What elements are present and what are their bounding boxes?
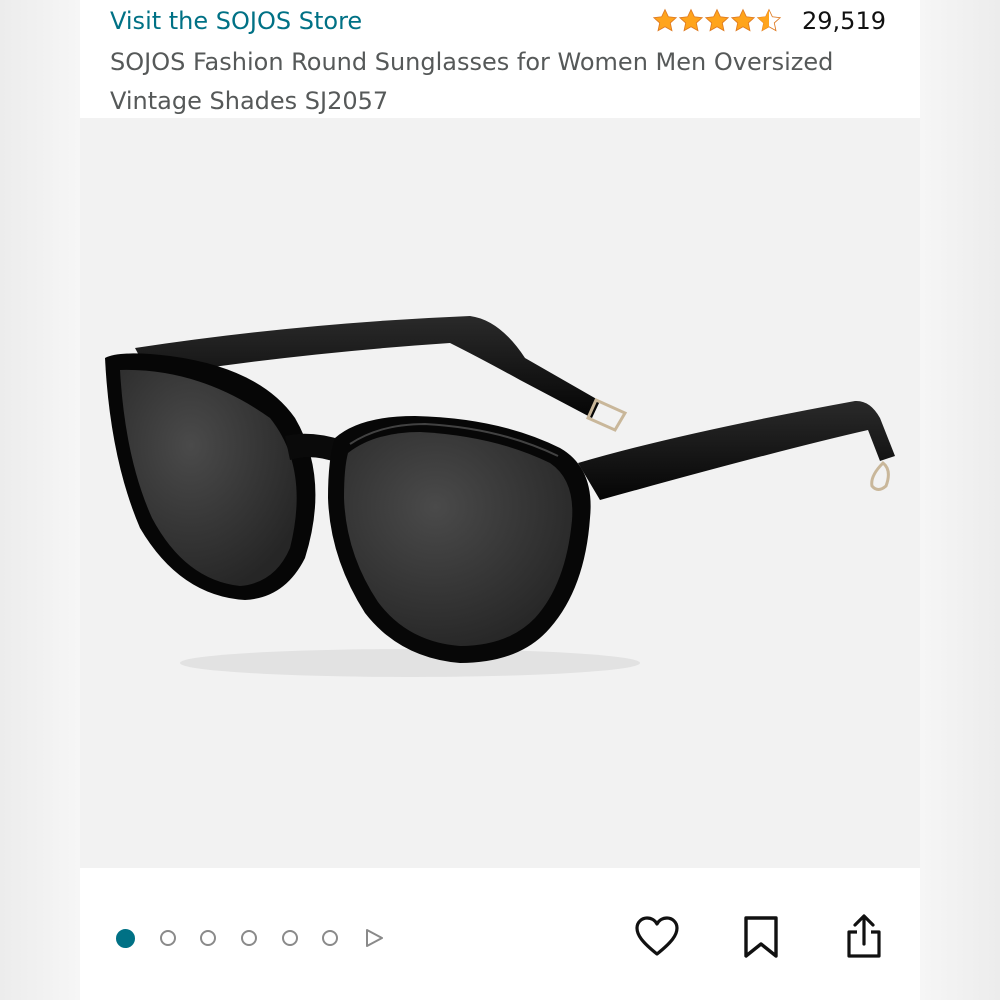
favorite-button[interactable] <box>634 914 680 960</box>
product-title: SOJOS Fashion Round Sunglasses for Women… <box>110 48 834 115</box>
rating-summary[interactable]: 29,519 <box>652 4 886 38</box>
share-icon <box>847 914 881 958</box>
review-count[interactable]: 29,519 <box>802 4 886 38</box>
product-image[interactable] <box>80 118 920 868</box>
star-icon <box>730 8 756 32</box>
product-header: Visit the SOJOS Store 29,519 SOJOS Fashi… <box>80 0 920 118</box>
store-link[interactable]: Visit the SOJOS Store <box>110 4 362 38</box>
pagination-dot[interactable] <box>200 930 217 946</box>
image-pagination <box>116 927 385 949</box>
pagination-dot[interactable] <box>281 930 298 946</box>
half-star-icon <box>756 8 782 32</box>
bookmark-icon <box>744 916 778 958</box>
pagination-dot[interactable] <box>159 930 176 946</box>
pagination-dot[interactable] <box>322 930 339 946</box>
star-rating <box>652 8 782 34</box>
star-icon <box>678 8 704 32</box>
pagination-dot[interactable] <box>241 930 258 946</box>
star-icon <box>704 8 730 32</box>
play-arrow-icon[interactable] <box>363 927 385 949</box>
image-gallery-controls <box>80 868 920 1000</box>
sunglasses-illustration <box>105 316 895 677</box>
heart-icon <box>635 916 679 956</box>
product-page: Visit the SOJOS Store 29,519 SOJOS Fashi… <box>80 0 920 1000</box>
pagination-dot-active[interactable] <box>116 928 135 948</box>
share-button[interactable] <box>841 914 887 960</box>
star-icon <box>652 8 678 32</box>
save-button[interactable] <box>738 914 784 960</box>
